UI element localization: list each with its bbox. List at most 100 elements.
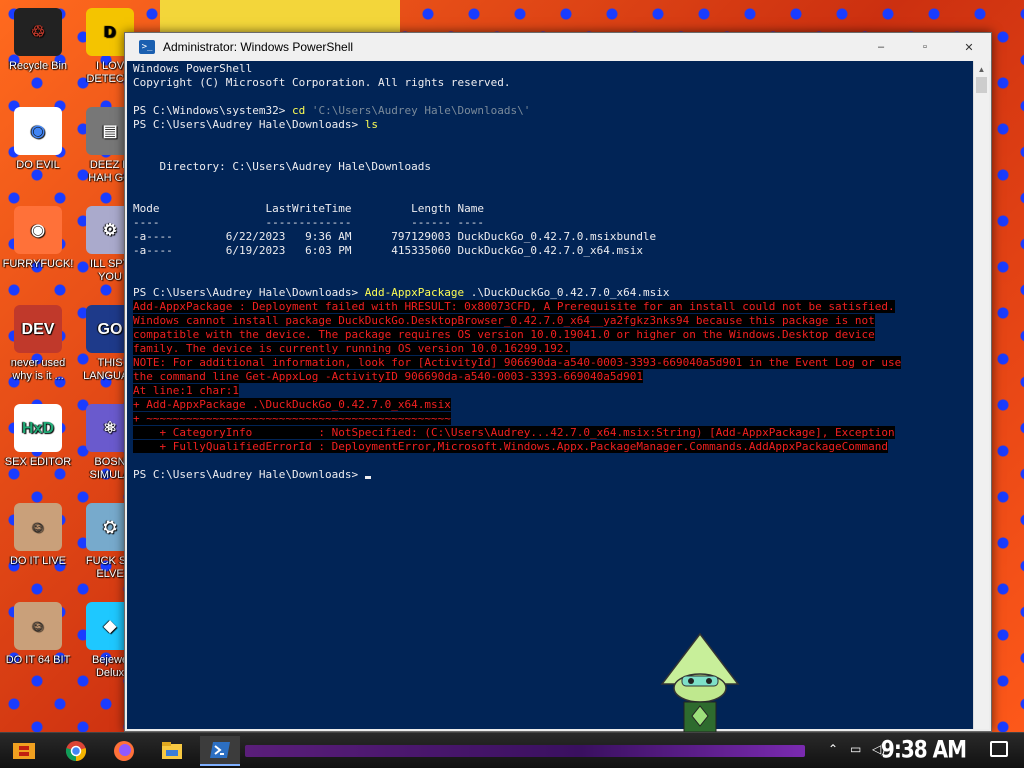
scroll-thumb[interactable] (976, 77, 987, 93)
console-error-text: + CategoryInfo : NotSpecified: (C:\Users… (133, 426, 895, 439)
folder-icon (162, 742, 182, 759)
console-error-text: + ~~~~~~~~~~~~~~~~~~~~~~~~~~~~~~~~~~~~~~… (133, 412, 451, 425)
console-command: cd (291, 104, 306, 117)
console-text: Copyright (C) Microsoft Corporation. All… (133, 76, 511, 89)
taskbar-chrome[interactable] (56, 736, 96, 766)
taskbar-clock[interactable]: 9:38 AM (881, 735, 967, 764)
console-command: ls (364, 118, 379, 131)
desktop-icon[interactable]: DEV never used why is it ... (0, 305, 78, 383)
desktop-icon[interactable]: ♲ Recycle Bin (0, 8, 78, 73)
console-error-text: family. The device is currently running … (133, 342, 571, 355)
console-error-text: compatible with the device. The package … (133, 328, 875, 341)
desktop-icon-label: FURRYFUCK! (2, 258, 74, 270)
start-button[interactable] (4, 736, 44, 766)
desktop-icon-label: never used why is it ... (10, 357, 66, 382)
desktop-icon-label: DO IT 64 BIT (5, 654, 71, 666)
console-text: -a---- 6/22/2023 9:36 AM 797129003 DuckD… (133, 230, 657, 243)
desktop-icon-label: Recycle Bin (8, 60, 68, 72)
desktop-icon-label: SEX EDITOR (4, 456, 72, 468)
console-error-text: + FullyQualifiedErrorId : DeploymentErro… (133, 440, 888, 453)
console-area[interactable]: Windows PowerShell Copyright (C) Microsof… (127, 61, 973, 729)
desktop-icon-image: HxD (14, 404, 62, 452)
console-line: Add-AppxPackage : Deployment failed with… (133, 300, 967, 314)
window-title: Administrator: Windows PowerShell (163, 40, 354, 54)
powershell-window[interactable]: >_ Administrator: Windows PowerShell – ▫… (124, 32, 992, 732)
console-line: family. The device is currently running … (133, 342, 967, 356)
console-text: -a---- 6/19/2023 6:03 PM 415335060 DuckD… (133, 244, 643, 257)
console-line: Directory: C:\Users\Audrey Hale\Download… (133, 160, 967, 174)
console-line: Windows PowerShell (133, 62, 967, 76)
title-bar[interactable]: >_ Administrator: Windows PowerShell – ▫… (125, 33, 991, 61)
console-line: compatible with the device. The package … (133, 328, 967, 342)
desktop-icon-image: ☺ (14, 602, 62, 650)
console-error-text: Windows cannot install package DuckDuckG… (133, 314, 875, 327)
desktop-icon[interactable]: ☺ DO IT 64 BIT (0, 602, 78, 667)
console-output: Windows PowerShell Copyright (C) Microsof… (127, 61, 973, 483)
taskbar-firefox[interactable] (104, 736, 144, 766)
firefox-icon (114, 741, 134, 761)
notification-icon[interactable] (990, 741, 1008, 757)
console-error-text: NOTE: For additional information, look f… (133, 356, 902, 369)
scroll-up-icon[interactable]: ▲ (974, 61, 989, 77)
console-argument: .\DuckDuckGo_0.42.7.0_x64.msix (464, 286, 670, 299)
chrome-icon (65, 741, 87, 762)
desktop-icon-label: DO EVIL (16, 159, 60, 171)
console-prompt: PS C:\Users\Audrey Hale\Downloads> (133, 468, 365, 481)
taskbar-decoration (245, 745, 805, 757)
console-line: the command line Get-AppxLog -ActivityID… (133, 370, 967, 384)
console-text: Directory: C:\Users\Audrey Hale\Download… (133, 160, 432, 173)
console-command: Add-AppxPackage (364, 286, 465, 299)
console-line: -a---- 6/22/2023 9:36 AM 797129003 DuckD… (133, 230, 967, 244)
maximize-button[interactable]: ▫ (903, 37, 947, 57)
taskbar: ⌃ ▭ ◁) 9:38 AM (0, 732, 1024, 768)
desktop-icon[interactable]: ◉ DO EVIL (0, 107, 78, 172)
desktop-icon[interactable]: ◉ FURRYFUCK! (0, 206, 78, 271)
console-prompt: PS C:\Users\Audrey Hale\Downloads> (133, 286, 365, 299)
console-error-text: Add-AppxPackage : Deployment failed with… (133, 300, 895, 313)
console-error-text: At line:1 char:1 (133, 384, 239, 397)
close-button[interactable]: ✕ (947, 37, 991, 57)
console-line: PS C:\Users\Audrey Hale\Downloads> ls (133, 118, 967, 132)
desktop-icon[interactable]: HxD SEX EDITOR (0, 404, 78, 469)
console-text: Mode LastWriteTime Length Name (133, 202, 484, 215)
console-line: + Add-AppxPackage .\DuckDuckGo_0.42.7.0_… (133, 398, 967, 412)
console-line: Copyright (C) Microsoft Corporation. All… (133, 76, 967, 90)
vertical-scrollbar[interactable]: ▲ (973, 61, 989, 729)
desktop-icon-image: ♲ (14, 8, 62, 56)
console-line: At line:1 char:1 (133, 384, 967, 398)
console-error-text: + Add-AppxPackage .\DuckDuckGo_0.42.7.0_… (133, 398, 451, 411)
console-error-text: the command line Get-AppxLog -ActivityID… (133, 370, 643, 383)
console-line: + CategoryInfo : NotSpecified: (C:\Users… (133, 426, 967, 440)
minimize-button[interactable]: – (859, 37, 903, 57)
console-line: NOTE: For additional information, look f… (133, 356, 967, 370)
console-line: Mode LastWriteTime Length Name (133, 202, 967, 216)
desktop-icon-image: ◉ (14, 206, 62, 254)
console-argument: 'C:\Users\Audrey Hale\Downloads\' (305, 104, 531, 117)
console-prompt: PS C:\Users\Audrey Hale\Downloads> (133, 118, 365, 131)
desktop-icon-image: ☺ (14, 503, 62, 551)
console-line: PS C:\Users\Audrey Hale\Downloads> (133, 468, 967, 482)
desktop-icon[interactable]: ☺ DO IT LIVE (0, 503, 78, 568)
network-icon[interactable]: ▭ (850, 742, 861, 756)
console-line: PS C:\Windows\system32> cd 'C:\Users\Aud… (133, 104, 967, 118)
console-prompt: PS C:\Windows\system32> (133, 104, 292, 117)
powershell-icon: >_ (139, 40, 155, 54)
show-hidden-icons-icon[interactable]: ⌃ (828, 742, 838, 756)
desktop-icon-image: DEV (14, 305, 62, 353)
taskbar-file-explorer[interactable] (152, 736, 192, 766)
console-line: -a---- 6/19/2023 6:03 PM 415335060 DuckD… (133, 244, 967, 258)
character-sticker (660, 632, 740, 732)
powershell-icon (210, 742, 230, 758)
taskbar-powershell[interactable] (200, 736, 240, 766)
console-line: ---- ------------- ------ ---- (133, 216, 967, 230)
console-text: ---- ------------- ------ ---- (133, 216, 484, 229)
console-text: Windows PowerShell (133, 62, 253, 75)
